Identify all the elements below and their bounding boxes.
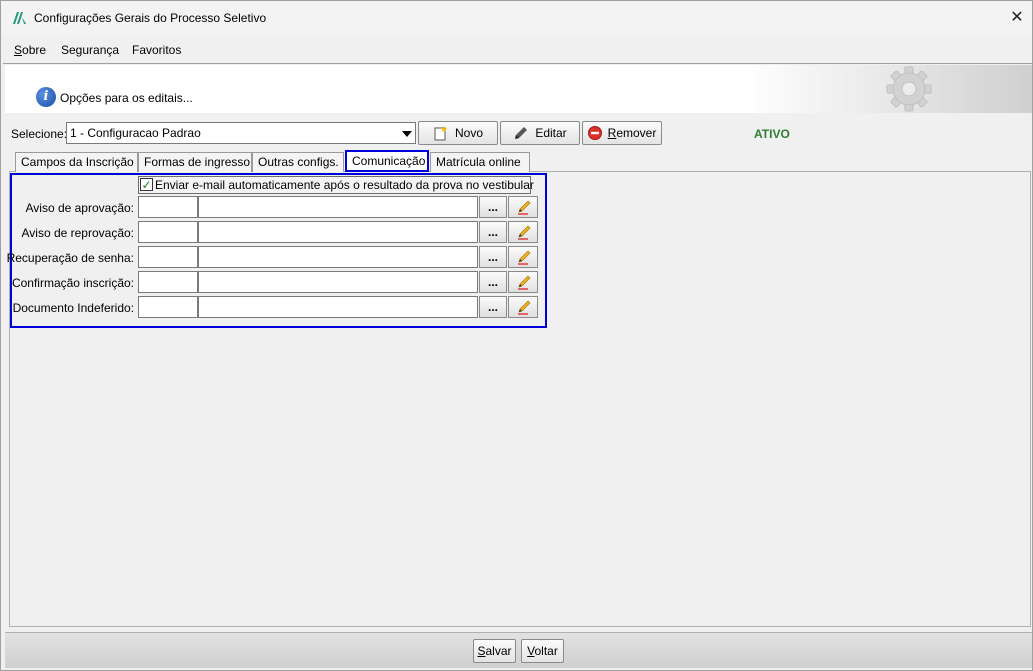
close-icon: ✕	[1010, 9, 1024, 26]
salvar-rest: alvar	[485, 644, 512, 658]
code-input-confirmacao-inscricao[interactable]	[138, 271, 198, 293]
browse-button-documento-indeferido[interactable]: ...	[479, 296, 507, 318]
menu-sobre-accel: S	[14, 43, 23, 57]
code-input-aviso-aprovacao[interactable]	[138, 196, 198, 218]
desc-input-aviso-reprovacao[interactable]	[198, 221, 478, 243]
salvar-button[interactable]: Salvar	[473, 639, 516, 663]
info-icon: i	[36, 87, 56, 107]
header-panel: i Opções para os editais...	[5, 65, 1032, 113]
footer-bar	[5, 632, 1032, 668]
novo-button[interactable]: Novo	[418, 121, 498, 145]
header-text: Opções para os editais...	[60, 91, 193, 105]
browse-button-aviso-aprovacao[interactable]: ...	[479, 196, 507, 218]
menu-bar: Sobre Segurança Favoritos	[1, 39, 1032, 61]
menu-sobre[interactable]: Sobre	[14, 43, 46, 57]
voltar-accel: V	[527, 644, 535, 658]
config-select[interactable]: 1 - Configuracao Padrao	[66, 122, 416, 144]
browse-button-aviso-reprovacao[interactable]: ...	[479, 221, 507, 243]
salvar-accel: S	[477, 644, 486, 658]
tab-campos-inscricao[interactable]: Campos da Inscrição	[15, 152, 138, 172]
voltar-rest: oltar	[534, 644, 558, 658]
menu-seguranca[interactable]: Segurança	[61, 43, 119, 57]
chevron-down-icon	[402, 131, 412, 137]
new-document-icon	[434, 126, 447, 141]
pencil-icon	[518, 225, 531, 240]
main-window: Configurações Gerais do Processo Seletiv…	[0, 0, 1033, 671]
desc-input-aviso-aprovacao[interactable]	[198, 196, 478, 218]
pencil-icon	[518, 275, 531, 290]
remover-rest: emover	[616, 126, 657, 140]
code-input-documento-indeferido[interactable]	[138, 296, 198, 318]
salvar-label: Salvar	[477, 644, 511, 658]
edit-button-documento-indeferido[interactable]	[508, 296, 538, 318]
edit-button-recuperacao-senha[interactable]	[508, 246, 538, 268]
browse-button-recuperacao-senha[interactable]: ...	[479, 246, 507, 268]
menu-divider	[3, 63, 1032, 64]
tab-outras-configs[interactable]: Outras configs.	[252, 152, 344, 172]
editar-button[interactable]: Editar	[500, 121, 580, 145]
remover-button[interactable]: Remover	[582, 121, 662, 145]
pencil-icon	[515, 127, 528, 139]
close-button[interactable]: ✕	[1001, 5, 1033, 31]
pencil-icon	[518, 300, 531, 315]
app-logo-icon	[13, 12, 26, 24]
tab-comunicacao[interactable]: Comunicação	[345, 150, 429, 172]
field-label-confirmacao-inscricao: Confirmação inscrição:	[11, 276, 134, 290]
title-bar: Configurações Gerais do Processo Seletiv…	[1, 1, 1032, 35]
menu-favoritos[interactable]: Favoritos	[132, 43, 181, 57]
auto-email-checkbox[interactable]: ✓	[140, 178, 153, 191]
edit-button-aviso-reprovacao[interactable]	[508, 221, 538, 243]
remove-icon	[587, 126, 602, 140]
code-input-aviso-reprovacao[interactable]	[138, 221, 198, 243]
novo-label: Novo	[454, 126, 483, 140]
auto-email-label: Enviar e-mail automaticamente após o res…	[155, 178, 534, 192]
window-title: Configurações Gerais do Processo Seletiv…	[34, 11, 267, 25]
pencil-icon	[518, 250, 531, 265]
remover-label: Remover	[608, 126, 657, 140]
config-select-value: 1 - Configuracao Padrao	[70, 126, 201, 140]
tab-matricula-online[interactable]: Matrícula online	[430, 152, 530, 172]
gear-icon	[886, 66, 932, 112]
pencil-icon	[518, 200, 531, 215]
desc-input-recuperacao-senha[interactable]	[198, 246, 478, 268]
desc-input-confirmacao-inscricao[interactable]	[198, 271, 478, 293]
field-label-aviso-aprovacao: Aviso de aprovação:	[25, 201, 134, 215]
edit-button-confirmacao-inscricao[interactable]	[508, 271, 538, 293]
desc-input-documento-indeferido[interactable]	[198, 296, 478, 318]
tab-formas-ingresso[interactable]: Formas de ingresso	[138, 152, 252, 172]
browse-button-confirmacao-inscricao[interactable]: ...	[479, 271, 507, 293]
select-label: Selecione:	[11, 127, 68, 141]
field-label-documento-indeferido: Documento Indeferido:	[12, 301, 134, 315]
voltar-button[interactable]: Voltar	[521, 639, 564, 663]
field-label-recuperacao-senha: Recuperação de senha:	[6, 251, 134, 265]
menu-sobre-rest: obre	[22, 43, 47, 57]
edit-button-aviso-aprovacao[interactable]	[508, 196, 538, 218]
status-badge: ATIVO	[754, 127, 790, 141]
editar-label: Editar	[535, 126, 567, 140]
auto-email-checkbox-row[interactable]: ✓ Enviar e-mail automaticamente após o r…	[138, 176, 534, 194]
field-label-aviso-reprovacao: Aviso de reprovação:	[21, 226, 134, 240]
code-input-recuperacao-senha[interactable]	[138, 246, 198, 268]
voltar-label: Voltar	[527, 644, 558, 658]
